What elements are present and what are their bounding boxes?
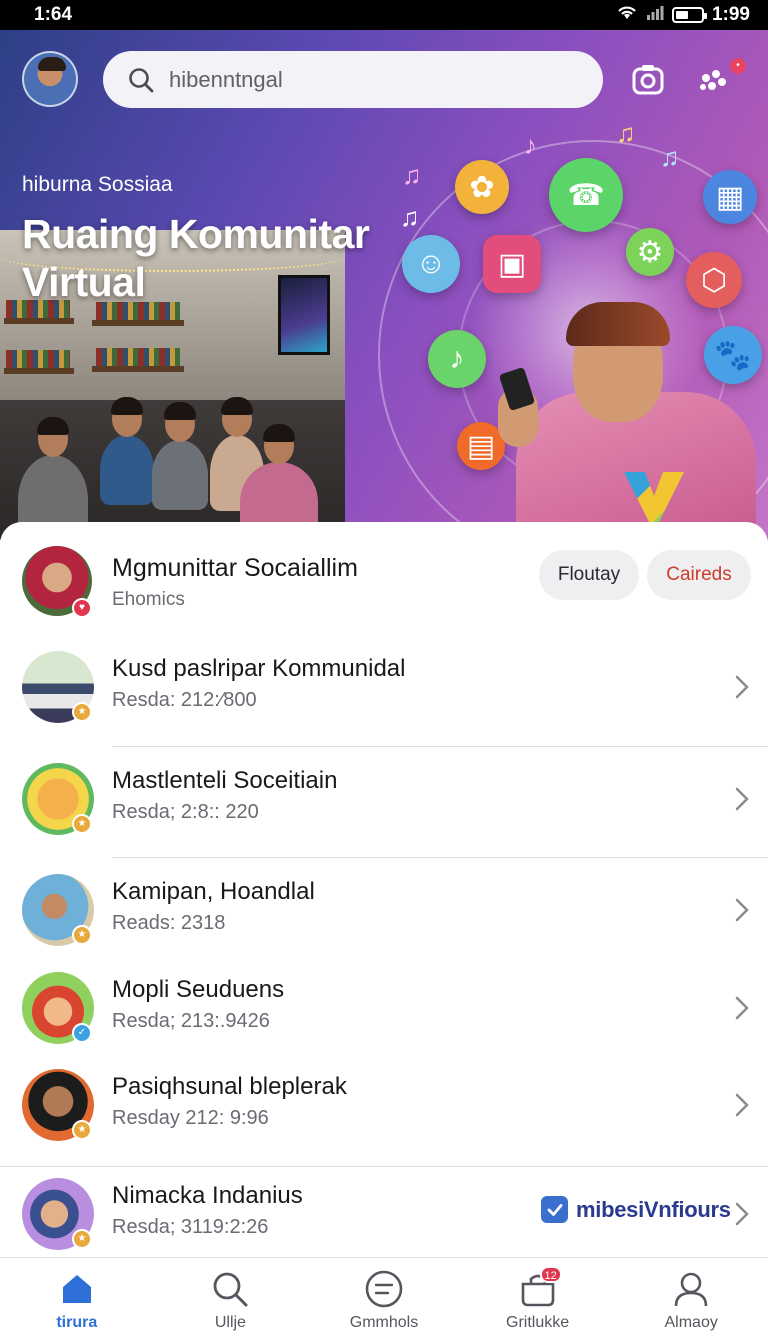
list-item-title: Nimacka Indanius bbox=[112, 1182, 303, 1209]
list-item-reads: Resda; 3119:2:26 bbox=[112, 1216, 269, 1238]
user-avatar[interactable] bbox=[22, 51, 78, 107]
search-bar[interactable]: hibenntngal bbox=[103, 51, 603, 108]
list-item-title: Pasiqhsunal bleplerak bbox=[112, 1073, 347, 1100]
tab-label: Gmmhols bbox=[349, 1314, 419, 1331]
tab-label: Almaoy bbox=[664, 1314, 718, 1331]
content-sheet: ♥ Mgmunittar Socaiallim Ehomics Floutay … bbox=[0, 522, 768, 1257]
list-item[interactable]: ✓ Mopli Seuduens Resda; 213:.9426 bbox=[0, 958, 768, 1058]
list-item[interactable]: ★ Nimacka Indanius Resda; 3119:2:26 mibe… bbox=[0, 1164, 768, 1264]
notification-badge: • bbox=[730, 58, 746, 74]
star-badge-icon: ★ bbox=[72, 1120, 92, 1140]
checkbox-icon bbox=[541, 1196, 568, 1223]
music-note-icon: ♫ bbox=[616, 118, 636, 148]
tab-label: Ullje bbox=[214, 1314, 246, 1331]
list-item-title: Kamipan, Hoandlal bbox=[112, 878, 315, 905]
star-badge-icon: ★ bbox=[72, 1229, 92, 1249]
music-note-icon: ♫ bbox=[660, 142, 680, 172]
music-note-icon: ♫ bbox=[400, 202, 420, 232]
tab-label: tirura bbox=[56, 1314, 98, 1331]
music-bubble-icon: ♪ bbox=[428, 330, 486, 388]
list-divider bbox=[112, 746, 768, 747]
profile-icon bbox=[672, 1270, 710, 1308]
search-icon bbox=[211, 1270, 249, 1308]
verified-label[interactable]: mibesiVnfiours bbox=[541, 1196, 731, 1223]
bottom-nav: tirura Ullje Gmmhols 12 Gritlukke Almaoy bbox=[0, 1257, 768, 1344]
gear-bubble-icon: ⚙ bbox=[626, 228, 674, 276]
list-item[interactable]: ★ Pasiqhsunal bleplerak Resday 212: 9:96 bbox=[0, 1055, 768, 1155]
hero-subtitle: hiburna Sossiaa bbox=[22, 173, 173, 196]
blocks-bubble-icon: ▦ bbox=[703, 170, 757, 224]
featured-subtitle: Ehomics bbox=[112, 589, 185, 610]
list-item[interactable]: ★ Kusd paslripar Kommunidal Resda: 212:⁄… bbox=[0, 637, 768, 737]
star-badge-icon: ★ bbox=[72, 814, 92, 834]
camera-icon bbox=[628, 65, 668, 104]
user-bubble-icon: ☺ bbox=[402, 235, 460, 293]
status-time: 1:64 bbox=[34, 4, 73, 25]
hero-host-image bbox=[498, 292, 758, 540]
star-badge-icon: ★ bbox=[72, 925, 92, 945]
list-item-reads: Reads: 2318 bbox=[112, 912, 226, 934]
chevron-right-icon bbox=[734, 1200, 750, 1228]
tab-chat[interactable]: Gmmhols bbox=[307, 1258, 461, 1344]
check-badge-icon: ✓ bbox=[72, 1023, 92, 1043]
chevron-right-icon bbox=[734, 785, 750, 813]
home-icon bbox=[59, 1270, 95, 1308]
chevron-right-icon bbox=[734, 673, 750, 701]
list-item-title: Mopli Seuduens bbox=[112, 976, 285, 1003]
status-icons: 1:99 bbox=[616, 4, 750, 26]
featured-community[interactable]: ♥ Mgmunittar Socaiallim Ehomics Floutay … bbox=[0, 522, 768, 632]
battery-icon bbox=[671, 7, 707, 23]
verified-text: mibesiVnfiours bbox=[576, 1196, 731, 1222]
signal-icon bbox=[646, 4, 664, 26]
list-item-reads: Resda: 212:⁄800 bbox=[112, 689, 257, 711]
video-bubble-icon: ▣ bbox=[483, 235, 541, 293]
wifi-icon bbox=[616, 4, 638, 26]
tab-profile[interactable]: Almaoy bbox=[614, 1258, 768, 1344]
list-item[interactable]: ★ Mastlenteli Soceitiain Resda; 2:8:: 22… bbox=[0, 749, 768, 849]
chevron-right-icon bbox=[734, 994, 750, 1022]
cards-button[interactable]: Caireds bbox=[647, 550, 751, 600]
tab-bag[interactable]: 12 Gritlukke bbox=[461, 1258, 615, 1344]
apps-button[interactable]: • bbox=[694, 58, 746, 102]
chevron-right-icon bbox=[734, 896, 750, 924]
music-note-icon: ♫ bbox=[402, 160, 422, 190]
search-icon bbox=[127, 66, 155, 94]
heart-badge-icon: ♥ bbox=[72, 598, 92, 618]
list-item[interactable]: ★ Kamipan, Hoandlal Reads: 2318 bbox=[0, 860, 768, 960]
game-bubble-icon: ✿ bbox=[455, 160, 509, 214]
list-item-reads: Resda; 213:.9426 bbox=[112, 1010, 270, 1032]
bag-icon: 12 bbox=[518, 1266, 562, 1308]
tab-search[interactable]: Ullje bbox=[154, 1258, 308, 1344]
notification-badge: 12 bbox=[539, 1266, 562, 1283]
list-item-reads: Resda; 2:8:: 220 bbox=[112, 801, 259, 823]
search-input[interactable]: hibenntngal bbox=[169, 67, 283, 93]
list-item-title: Kusd paslripar Kommunidal bbox=[112, 655, 406, 682]
chat-icon bbox=[364, 1270, 404, 1308]
follow-button[interactable]: Floutay bbox=[539, 550, 639, 600]
music-note-icon: ♪ bbox=[524, 130, 537, 160]
status-time-right: 1:99 bbox=[711, 4, 750, 25]
list-divider bbox=[112, 857, 768, 858]
star-badge-icon: ★ bbox=[72, 702, 92, 722]
tab-label: Gritlukke bbox=[506, 1314, 570, 1331]
tab-home[interactable]: tirura bbox=[0, 1258, 154, 1344]
featured-title: Mgmunittar Socaiallim bbox=[112, 554, 358, 582]
chevron-right-icon bbox=[734, 1091, 750, 1119]
list-item-reads: Resday 212: 9:96 bbox=[112, 1107, 269, 1129]
list-item-title: Mastlenteli Soceitiain bbox=[112, 767, 338, 794]
hero-title: Ruaing Komunitar Virtual bbox=[22, 211, 370, 305]
phone-bubble-icon: ☎ bbox=[549, 158, 623, 232]
camera-button[interactable] bbox=[628, 60, 668, 100]
status-bar: 1:64 1:99 bbox=[0, 0, 768, 30]
